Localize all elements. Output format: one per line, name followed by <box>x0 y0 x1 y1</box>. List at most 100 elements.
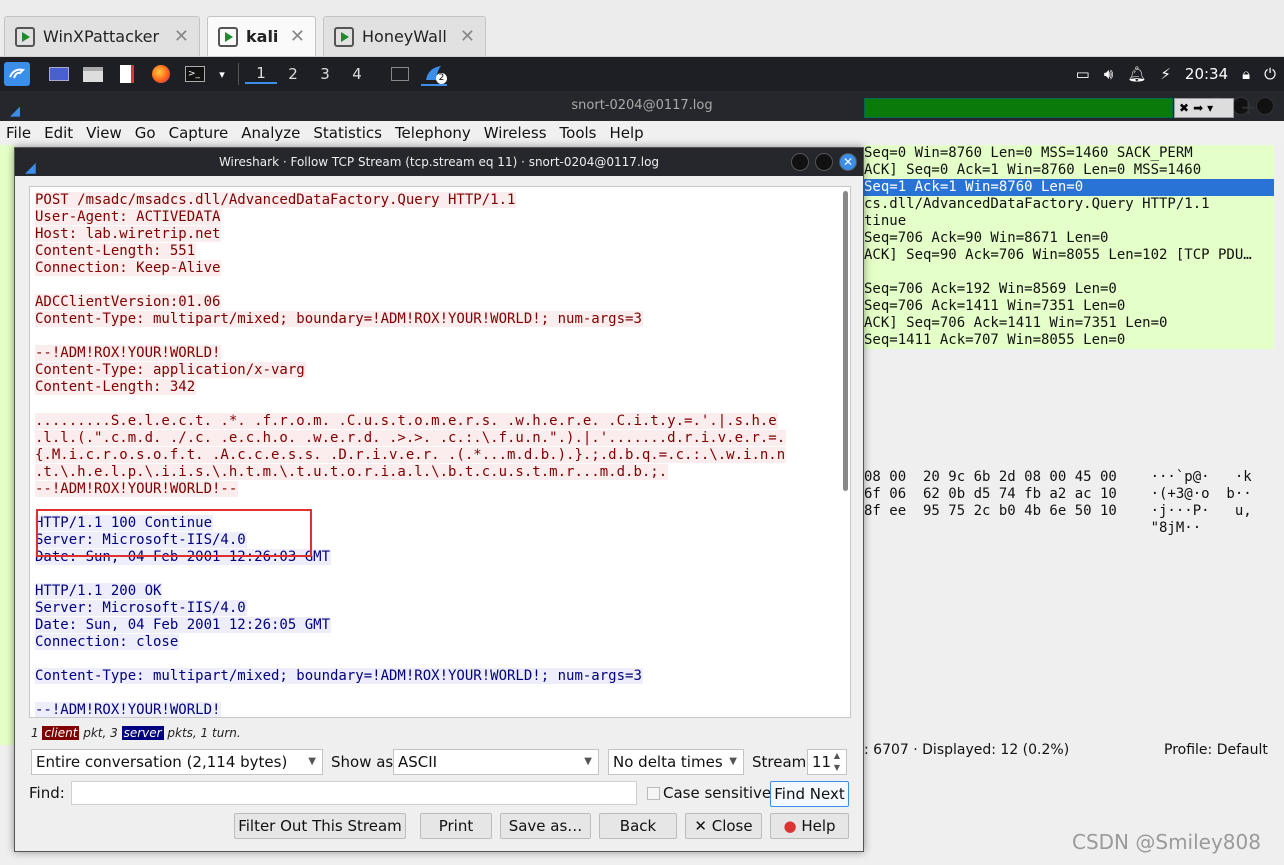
workspace-3[interactable]: 3 <box>309 65 341 83</box>
apply-filter-icon[interactable]: ➡ <box>1193 101 1203 115</box>
vm-icon <box>334 26 354 47</box>
back-button[interactable]: Back <box>599 813 677 839</box>
firefox-icon[interactable] <box>148 62 174 86</box>
close-button[interactable]: ✕ Close <box>685 813 762 839</box>
workspace-4[interactable]: 4 <box>341 65 373 83</box>
menu-view[interactable]: View <box>86 124 122 142</box>
vm-tab-winxpattacker[interactable]: WinXPattacker ✕ <box>4 16 200 56</box>
menu-wireless[interactable]: Wireless <box>484 124 547 142</box>
packet-row[interactable]: ACK] Seq=0 Ack=1 Win=8760 Len=0 MSS=1460 <box>864 162 1274 179</box>
server-line: Date: Sun, 04 Feb 2001 12:26:05 GMT <box>35 617 838 634</box>
menu-edit[interactable]: Edit <box>44 124 73 142</box>
stream-line-text: HTTP/1.1 200 OK <box>35 583 163 599</box>
file-manager-icon[interactable] <box>80 62 106 86</box>
stream-line-text <box>35 396 36 412</box>
hex-row: 6f 06 62 0b d5 74 fb a2 ac 10 ·(+3@·o b·… <box>864 486 1252 502</box>
spinner-arrows-icon[interactable]: ▲ ▼ <box>834 750 840 774</box>
save-as-button[interactable]: Save as… <box>500 813 591 839</box>
packet-row[interactable]: ACK] Seq=706 Ack=1411 Win=7351 Len=0 <box>864 315 1274 332</box>
packet-row[interactable]: Seq=1411 Ack=707 Win=8055 Len=0 <box>864 332 1274 349</box>
power-manager-icon[interactable]: ⚡︎ <box>1160 65 1171 83</box>
client-line: Content-Length: 342 <box>35 379 838 396</box>
clock[interactable]: 20:34 <box>1185 65 1228 83</box>
close-icon[interactable]: ✕ <box>174 26 189 47</box>
blank-line <box>35 685 838 702</box>
stream-line-text: Connection: Keep-Alive <box>35 260 222 276</box>
status-displayed: : 6707 · Displayed: 12 (0.2%) <box>864 742 1070 758</box>
find-label: Find: <box>29 784 65 802</box>
packet-row[interactable]: Seq=0 Win=8760 Len=0 MSS=1460 SACK_PERM <box>864 145 1274 162</box>
find-next-button[interactable]: Find Next <box>770 781 849 807</box>
volume-icon[interactable]: 🔊︎ <box>1104 65 1113 83</box>
summary-post: pkts, 1 turn. <box>163 726 241 740</box>
vm-tab-kali[interactable]: kali ✕ <box>207 16 316 56</box>
stream-number-spinner[interactable]: 11 ▲ ▼ <box>807 749 847 775</box>
packet-row-selected[interactable]: Seq=1 Ack=1 Win=8760 Len=0 <box>864 179 1274 196</box>
close-icon[interactable]: ✕ <box>290 26 305 47</box>
conversation-select[interactable]: Entire conversation (2,114 bytes) ▼ <box>31 749 323 775</box>
close-icon[interactable]: ✕ <box>460 26 475 47</box>
menu-analyze[interactable]: Analyze <box>241 124 300 142</box>
minimize-button[interactable] <box>791 153 809 171</box>
menu-telephony[interactable]: Telephony <box>395 124 471 142</box>
lock-icon[interactable]: 🔒︎ <box>1242 65 1250 83</box>
chevron-down-icon[interactable]: ▾ <box>216 62 228 86</box>
stream-line-text: .........S.e.l.e.c.t. .*. .f.r.o.m. .C.u… <box>35 413 778 429</box>
summary-pre: 1 <box>31 726 43 740</box>
case-sensitive-checkbox[interactable] <box>647 787 660 800</box>
workspace-1[interactable]: 1 <box>245 64 277 84</box>
print-button[interactable]: Print <box>420 813 492 839</box>
window-terminal-icon[interactable] <box>387 62 413 86</box>
client-line: --!ADM!ROX!YOUR!WORLD!-- <box>35 481 838 498</box>
stream-line-text: {.M.i.c.r.o.s.o.f.t. .A.c.c.e.s.s. .D.r.… <box>35 447 787 463</box>
logout-icon[interactable]: ⏻ <box>1264 65 1276 83</box>
hex-row: 08 00 20 9c 6b 2d 08 00 45 00 ···`p@· ·k <box>864 469 1252 485</box>
scrollbar[interactable] <box>843 191 848 491</box>
clear-filter-icon[interactable]: ✖ <box>1179 101 1189 115</box>
workspace-2[interactable]: 2 <box>277 65 309 83</box>
chevron-down-icon: ▼ <box>584 756 592 767</box>
stream-line-text: --!ADM!ROX!YOUR!WORLD! <box>35 702 222 718</box>
screen-icon[interactable]: ▭ <box>1076 65 1090 83</box>
packet-row[interactable] <box>864 264 1274 281</box>
stream-line-text: Content-Length: 342 <box>35 379 197 395</box>
filter-out-stream-button[interactable]: Filter Out This Stream <box>234 813 406 839</box>
notification-icon[interactable]: 🔔︎ <box>1127 65 1146 83</box>
wireshark-task-icon[interactable]: 2 <box>421 62 447 86</box>
packet-row[interactable]: cs.dll/AdvancedDataFactory.Query HTTP/1.… <box>864 196 1274 213</box>
packet-row[interactable]: tinue <box>864 213 1274 230</box>
menu-go[interactable]: Go <box>135 124 156 142</box>
delta-times-select[interactable]: No delta times ▼ <box>608 749 744 775</box>
maximize-button[interactable] <box>815 153 833 171</box>
server-line: Server: Microsoft-IIS/4.0 <box>35 600 838 617</box>
stream-text: POST /msadc/msadcs.dll/AdvancedDataFacto… <box>35 192 838 718</box>
desktop-icon[interactable] <box>46 62 72 86</box>
hex-row: 8f ee 95 75 2c b0 4b 6e 50 10 ·j···P· u, <box>864 503 1252 519</box>
vm-tab-honeywall[interactable]: HoneyWall ✕ <box>323 16 486 56</box>
chevron-down-icon[interactable]: ▾ <box>1207 101 1213 115</box>
conversation-value: Entire conversation (2,114 bytes) <box>36 753 288 771</box>
menu-help[interactable]: Help <box>609 124 643 142</box>
packet-row[interactable]: Seq=706 Ack=90 Win=8671 Len=0 <box>864 230 1274 247</box>
packet-row[interactable]: Seq=706 Ack=1411 Win=7351 Len=0 <box>864 298 1274 315</box>
display-filter-input[interactable] <box>864 98 1173 118</box>
menu-tools[interactable]: Tools <box>560 124 597 142</box>
stream-content[interactable]: POST /msadc/msadcs.dll/AdvancedDataFacto… <box>29 186 851 718</box>
menu-capture[interactable]: Capture <box>169 124 229 142</box>
help-button[interactable]: ● Help <box>770 813 849 839</box>
stream-line-text: --!ADM!ROX!YOUR!WORLD! <box>35 345 222 361</box>
stream-label: Stream <box>752 753 807 771</box>
client-line: User-Agent: ACTIVEDATA <box>35 209 838 226</box>
close-icon[interactable]: ✕ <box>839 153 857 171</box>
packet-row[interactable]: Seq=706 Ack=192 Win=8569 Len=0 <box>864 281 1274 298</box>
kali-menu-icon[interactable] <box>4 62 30 86</box>
text-editor-icon[interactable] <box>114 62 140 86</box>
find-input[interactable] <box>71 781 637 805</box>
terminal-icon[interactable]: >_ <box>182 62 208 86</box>
menu-statistics[interactable]: Statistics <box>313 124 382 142</box>
add-filter-button[interactable]: + <box>1240 95 1257 119</box>
status-profile[interactable]: Profile: Default <box>1164 742 1268 758</box>
vm-icon <box>218 26 238 47</box>
packet-row[interactable]: ACK] Seq=90 Ack=706 Win=8055 Len=102 [TC… <box>864 247 1274 264</box>
show-as-select[interactable]: ASCII ▼ <box>393 749 599 775</box>
